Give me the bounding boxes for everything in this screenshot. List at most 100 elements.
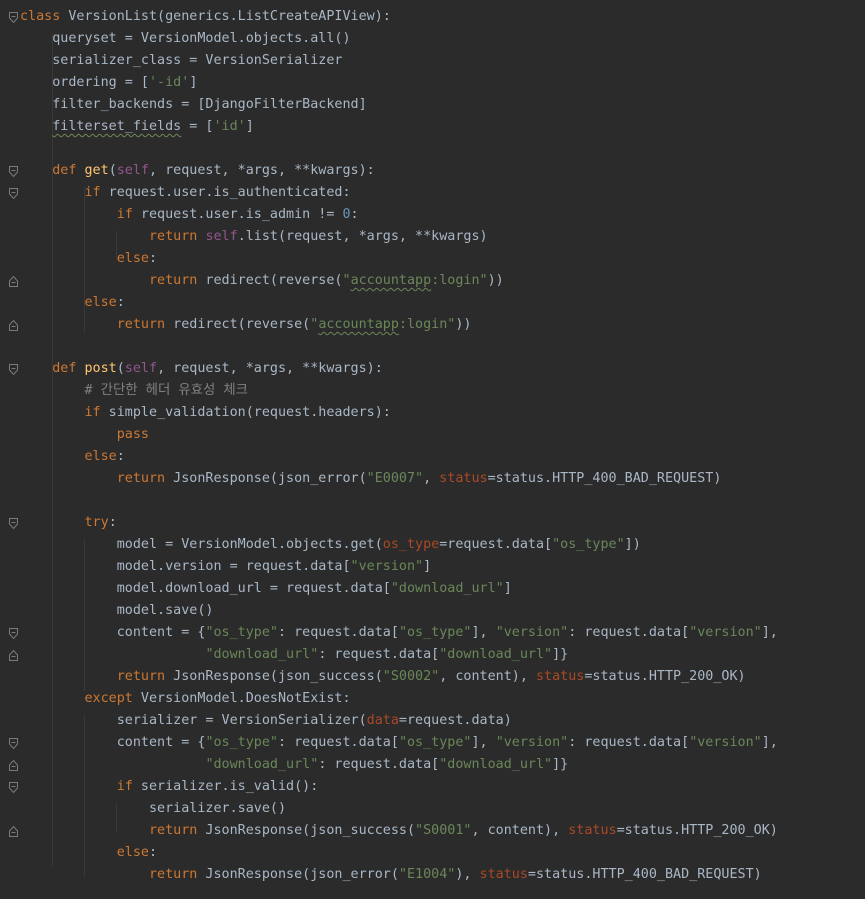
code-line[interactable]: def post(self, request, *args, **kwargs)… [20,358,383,380]
code-line[interactable]: return JsonResponse(json_error("E1004"),… [20,864,762,886]
fold-open-icon[interactable] [9,782,18,793]
code-token: serializer_class = VersionSerializer [20,53,343,68]
code-line[interactable]: return JsonResponse(json_success("S0002"… [20,666,746,688]
fold-close-icon[interactable] [9,760,18,771]
code-line[interactable]: pass [20,424,149,446]
code-line[interactable]: serializer_class = VersionSerializer [20,50,342,72]
code-line[interactable]: content = {"os_type": request.data["os_t… [20,732,778,754]
code-line[interactable]: filter_backends = [DjangoFilterBackend] [20,94,366,116]
code-token: class [20,9,61,24]
code-line[interactable]: return redirect(reverse("accountapp:logi… [20,314,472,336]
fold-open-icon[interactable] [9,12,18,23]
code-token: "download_url" [205,647,319,662]
code-token: , [423,471,440,486]
code-token: serializer = VersionSerializer( [20,713,367,728]
code-line[interactable]: model.download_url = request.data["downl… [20,578,512,600]
code-line[interactable]: else: [20,292,125,314]
code-token: ]} [552,757,569,772]
fold-close-icon[interactable] [9,650,18,661]
code-line[interactable]: return JsonResponse(json_success("S0001"… [20,820,778,842]
code-line[interactable]: "download_url": request.data["download_u… [20,754,568,776]
code-token: redirect(reverse( [197,273,343,288]
code-token: status [479,867,528,882]
code-line[interactable]: model.save() [20,600,214,622]
fold-open-icon[interactable] [9,738,18,749]
code-token: :login" [431,273,488,288]
code-token: VersionList(generics.ListCreateAPIView): [60,9,391,24]
code-token: "version" [689,735,762,750]
code-line[interactable]: filterset_fields = ['id'] [20,116,254,138]
fold-open-icon[interactable] [9,166,18,177]
code-token: , request, *args, **kwargs): [157,361,383,376]
fold-open-icon[interactable] [9,628,18,639]
code-line[interactable]: else: [20,842,157,864]
code-token: "version" [495,625,569,640]
code-line[interactable]: if request.user.is_admin != 0: [20,204,359,226]
fold-close-icon[interactable] [9,320,18,331]
code-token: else [84,449,117,464]
code-token: JsonResponse(json_success( [165,669,383,684]
code-line[interactable]: try: [20,512,117,534]
code-token: content = { [20,735,206,750]
fold-open-icon[interactable] [9,518,18,529]
code-token: :login" [398,317,456,332]
code-line[interactable]: return redirect(reverse("accountapp:logi… [20,270,504,292]
code-token: "version" [689,625,762,640]
code-line[interactable]: "download_url": request.data["download_u… [20,644,568,666]
code-line[interactable]: serializer = VersionSerializer(data=requ… [20,710,512,732]
code-token: "os_type" [205,735,278,750]
code-token: else [84,295,117,310]
code-line[interactable]: queryset = VersionModel.objects.all() [20,28,350,50]
code-token: model.version = request.data[ [20,559,351,574]
code-token: ] [503,581,512,596]
code-line[interactable]: except VersionModel.DoesNotExist: [20,688,351,710]
code-line[interactable]: else: [20,446,125,468]
code-line[interactable]: if simple_validation(request.headers): [20,402,391,424]
fold-open-icon[interactable] [9,188,18,199]
code-line[interactable]: model.version = request.data["version"] [20,556,431,578]
code-line[interactable]: serializer.save() [20,798,286,820]
code-line[interactable]: model = VersionModel.objects.get(os_type… [20,534,641,556]
code-line[interactable]: return JsonResponse(json_error("E0007", … [20,468,722,490]
code-line[interactable]: def get(self, request, *args, **kwargs): [20,160,374,182]
code-token: ] [423,559,432,574]
code-line[interactable]: else: [20,248,157,270]
fold-open-icon[interactable] [9,364,18,375]
code-line[interactable]: ordering = ['-id'] [20,72,197,94]
code-token: status [439,471,488,486]
code-token: "version" [350,559,424,574]
code-line[interactable]: content = {"os_type": request.data["os_t… [20,622,778,644]
code-token: filterset_fields [52,119,182,134]
code-line[interactable]: class VersionList(generics.ListCreateAPI… [20,6,391,28]
code-token: ], [761,735,778,750]
code-line[interactable]: # 간단한 헤더 유효성 체크 [20,380,249,402]
code-line[interactable]: return self.list(request, *args, **kwarg… [20,226,488,248]
code-token: : [108,515,117,530]
fold-close-icon[interactable] [9,276,18,287]
code-token: =status.HTTP_200_OK) [584,669,746,684]
code-line[interactable]: if request.user.is_authenticated: [20,182,351,204]
code-token: .list(request, *args, **kwargs) [237,229,488,244]
code-token: JsonResponse(json_success( [197,823,416,838]
code-token: "download_url" [205,757,319,772]
code-token: except [84,691,133,706]
code-token: accountapp [350,273,432,288]
code-token: = [ [181,119,214,134]
code-editor[interactable]: class VersionList(generics.ListCreateAPI… [0,0,865,899]
code-token: JsonResponse(json_error( [165,471,367,486]
code-token: ]} [552,647,569,662]
fold-close-icon[interactable] [9,826,18,837]
code-token: =status.HTTP_400_BAD_REQUEST) [487,471,722,486]
code-token: )) [487,273,504,288]
code-line[interactable]: if serializer.is_valid(): [20,776,319,798]
